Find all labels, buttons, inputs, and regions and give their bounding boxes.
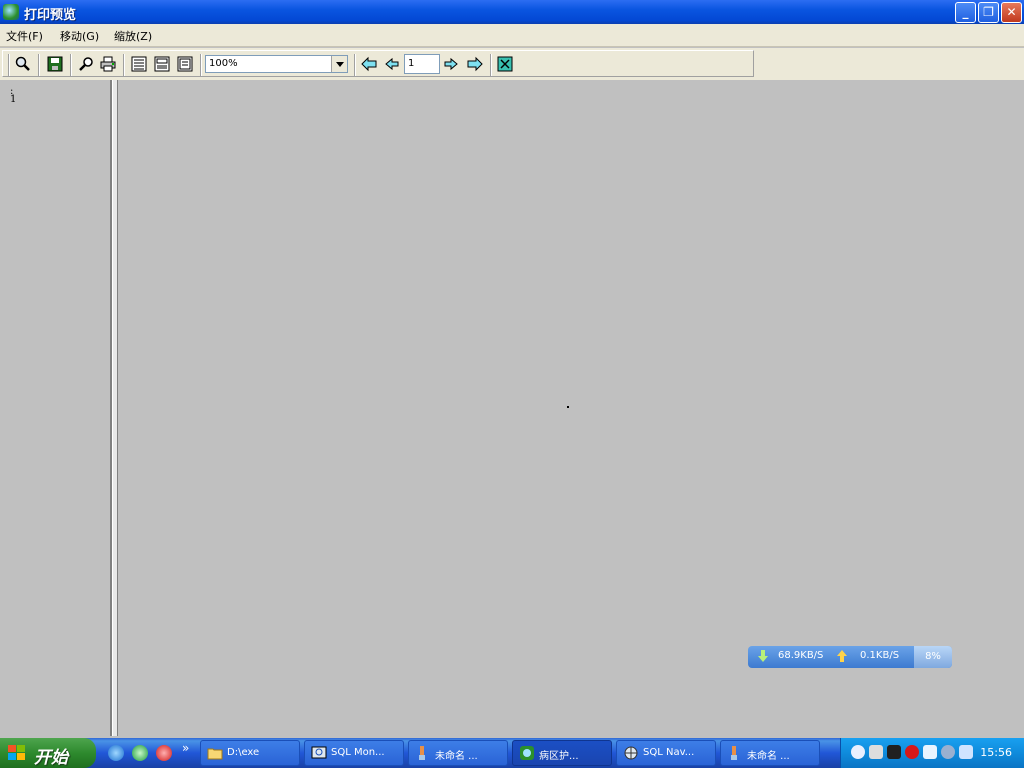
page-list-panel[interactable]: : 1	[0, 80, 112, 736]
download-arrow-icon	[758, 650, 768, 665]
task-button-active[interactable]: 病区护...	[512, 740, 612, 766]
page-full-icon[interactable]	[153, 55, 171, 73]
taskbar: 开始 » D:\exe SQL Mon... 未命名 ... 病区护... SQ…	[0, 738, 1024, 768]
page-dot	[567, 406, 569, 408]
preview-area[interactable]	[118, 80, 1024, 736]
task-label: 未命名 ...	[435, 751, 478, 762]
task-button[interactable]: 未命名 ...	[720, 740, 820, 766]
network-monitor[interactable]: 68.9KB/S 0.1KB/S 8%	[748, 646, 952, 668]
app-icon	[3, 4, 19, 20]
task-label: SQL Nav...	[643, 747, 695, 758]
separator	[70, 54, 72, 76]
toolbar	[0, 48, 1024, 81]
task-label: 病区护...	[539, 751, 579, 762]
separator	[354, 54, 356, 76]
page-two-icon[interactable]	[176, 55, 194, 73]
window-title: 打印预览	[24, 8, 77, 23]
separator	[200, 54, 202, 76]
start-label: 开始	[34, 748, 68, 768]
download-speed: 68.9KB/S	[778, 650, 824, 661]
folder-icon	[207, 745, 223, 761]
page-number-input[interactable]: 1	[404, 54, 440, 74]
page-list-item[interactable]: 1	[10, 94, 16, 105]
restore-button[interactable]: ❐	[978, 2, 999, 23]
task-button[interactable]: SQL Nav...	[616, 740, 716, 766]
close-button[interactable]: ✕	[1001, 2, 1022, 23]
update-icon[interactable]	[941, 745, 955, 759]
zoom-select[interactable]: 100%	[205, 55, 348, 73]
zoom-value: 100%	[209, 58, 238, 69]
chevron-down-icon[interactable]	[331, 56, 347, 72]
separator	[38, 54, 40, 76]
page-width-icon[interactable]	[130, 55, 148, 73]
task-label: D:\exe	[227, 747, 260, 758]
settings-icon[interactable]	[851, 745, 865, 759]
system-tray: 15:56	[840, 738, 1024, 768]
sql-monitor-icon	[311, 745, 327, 761]
menu-bar: 文件(F) 移动(G) 缩放(Z)	[0, 24, 1024, 47]
exit-icon[interactable]	[496, 55, 514, 73]
toolbar-grip[interactable]	[8, 54, 10, 76]
clock[interactable]: 15:56	[980, 746, 1012, 759]
task-button[interactable]: 未命名 ...	[408, 740, 508, 766]
next-page-icon[interactable]	[442, 55, 460, 73]
task-label: SQL Mon...	[331, 747, 385, 758]
zoom-icon[interactable]	[14, 55, 32, 73]
save-icon[interactable]	[46, 55, 64, 73]
volume-icon[interactable]	[869, 745, 883, 759]
page-number-value: 1	[408, 58, 415, 69]
task-button[interactable]: D:\exe	[200, 740, 300, 766]
separator	[123, 54, 125, 76]
network-icon[interactable]	[887, 745, 901, 759]
weibo-icon[interactable]	[156, 745, 172, 761]
sql-navigator-icon	[623, 745, 639, 761]
paint-icon	[727, 745, 743, 761]
menu-zoom[interactable]: 缩放(Z)	[114, 28, 152, 44]
start-button[interactable]: 开始	[0, 738, 96, 768]
upload-speed: 0.1KB/S	[860, 650, 900, 661]
title-bar[interactable]: 打印预览 _ ❐ ✕	[0, 0, 1024, 24]
shield-icon[interactable]	[923, 745, 937, 759]
find-icon[interactable]	[77, 55, 95, 73]
prev-page-icon[interactable]	[383, 55, 401, 73]
menu-move[interactable]: 移动(G)	[60, 28, 99, 44]
cpu-percent: 8%	[914, 646, 952, 668]
stop-icon[interactable]	[905, 745, 919, 759]
separator	[490, 54, 492, 76]
quicklaunch-more[interactable]: »	[182, 741, 189, 755]
print-icon[interactable]	[99, 55, 117, 73]
app-icon	[519, 745, 535, 761]
windows-logo-icon	[8, 745, 25, 760]
menu-file[interactable]: 文件(F)	[6, 28, 43, 44]
last-page-icon[interactable]	[466, 55, 484, 73]
task-label: 未命名 ...	[747, 751, 790, 762]
task-button[interactable]: SQL Mon...	[304, 740, 404, 766]
upload-arrow-icon	[837, 650, 847, 665]
security-icon[interactable]	[959, 745, 973, 759]
first-page-icon[interactable]	[360, 55, 378, 73]
ie-icon[interactable]	[132, 745, 148, 761]
browser-icon[interactable]	[108, 745, 124, 761]
minimize-button[interactable]: _	[955, 2, 976, 23]
paint-icon	[415, 745, 431, 761]
